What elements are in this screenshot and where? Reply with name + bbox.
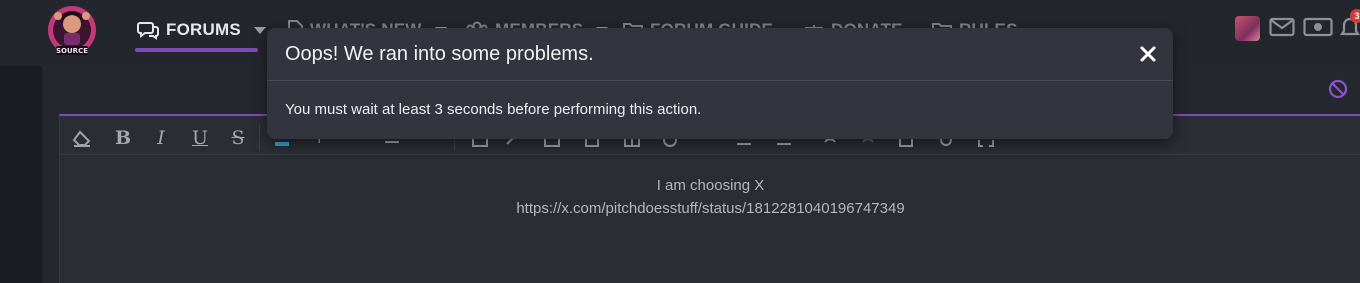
notification-badge: 3 bbox=[1350, 9, 1360, 23]
left-sidebar-strip bbox=[0, 66, 42, 283]
ban-icon[interactable] bbox=[1328, 79, 1348, 99]
toolbar-divider bbox=[259, 124, 260, 150]
money-icon[interactable] bbox=[1303, 16, 1333, 38]
strikethrough-button[interactable]: S bbox=[226, 126, 250, 150]
envelope-icon[interactable] bbox=[1269, 16, 1295, 38]
close-icon[interactable] bbox=[1139, 45, 1157, 63]
error-dialog: Oops! We ran into some problems. You mus… bbox=[267, 28, 1173, 139]
chevron-down-icon[interactable] bbox=[253, 26, 266, 34]
eraser-icon[interactable] bbox=[70, 126, 94, 150]
nav-forums-label: FORUMS bbox=[166, 20, 241, 39]
rich-text-editor: B I U S T I am choosing X https://x.com/… bbox=[59, 114, 1360, 283]
italic-button[interactable]: I bbox=[149, 126, 173, 150]
editor-line: https://x.com/pitchdoesstuff/status/1812… bbox=[516, 200, 905, 217]
nav-forums[interactable]: FORUMS bbox=[137, 16, 266, 44]
underline-button[interactable]: U bbox=[188, 126, 212, 150]
logo-text: SOURCE bbox=[56, 47, 88, 55]
user-avatar[interactable] bbox=[1235, 16, 1260, 41]
comments-icon bbox=[137, 22, 159, 40]
active-nav-indicator bbox=[135, 48, 258, 52]
dialog-message: You must wait at least 3 seconds before … bbox=[285, 101, 702, 118]
dialog-header: Oops! We ran into some problems. bbox=[267, 28, 1173, 81]
editor-content[interactable]: I am choosing X https://x.com/pitchdoess… bbox=[60, 174, 1360, 220]
site-logo[interactable]: SOURCE bbox=[42, 2, 102, 60]
editor-line: I am choosing X bbox=[656, 177, 765, 194]
bold-button[interactable]: B bbox=[111, 126, 135, 150]
dialog-title: Oops! We ran into some problems. bbox=[285, 43, 594, 65]
